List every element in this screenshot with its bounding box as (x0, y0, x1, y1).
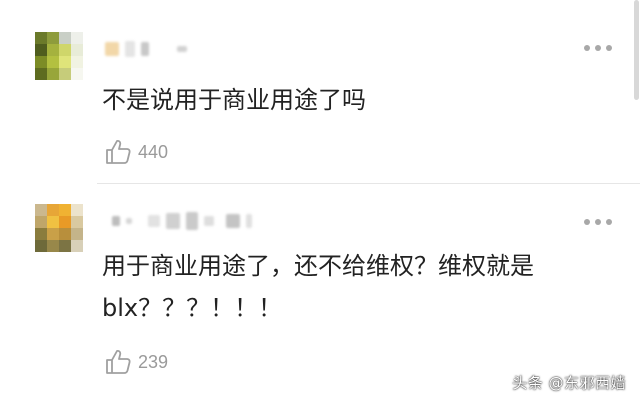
avatar-pixel (59, 240, 71, 252)
avatar-pixel (71, 228, 83, 240)
more-dots-icon[interactable] (584, 43, 612, 53)
avatar-pixel (35, 204, 47, 216)
avatar-pixel (59, 204, 71, 216)
like-button[interactable]: 239 (104, 347, 168, 377)
blurred-username (112, 212, 252, 230)
avatar-pixel (35, 32, 47, 44)
avatar-pixel (47, 240, 59, 252)
avatar-pixel (35, 68, 47, 80)
avatar-pixel (35, 56, 47, 68)
divider (97, 183, 640, 184)
avatar-pixel (47, 204, 59, 216)
avatar-pixel (47, 56, 59, 68)
watermark: 头条 @东邪西嫱 (512, 374, 626, 392)
avatar-pixel (35, 216, 47, 228)
avatar-pixel (71, 216, 83, 228)
avatar-pixel (59, 56, 71, 68)
avatar-pixel (59, 68, 71, 80)
more-dots-icon[interactable] (584, 217, 612, 227)
thumbs-up-icon (106, 350, 131, 374)
avatar-pixel (35, 228, 47, 240)
comment-text: 用于商业用途了，还不给维权？维权就是blx？？？！！！ (102, 252, 534, 322)
avatar-pixel (35, 44, 47, 56)
avatar-pixel (71, 68, 83, 80)
thumbs-up-icon (106, 140, 131, 164)
avatar-pixel (47, 68, 59, 80)
comment-item: 不是说用于商业用途了吗 440 (0, 0, 640, 190)
avatar-pixel (59, 44, 71, 56)
avatar-pixel (47, 216, 59, 228)
avatar-pixel (47, 32, 59, 44)
avatar[interactable] (35, 204, 83, 252)
avatar-pixel (47, 228, 59, 240)
avatar-pixel (71, 32, 83, 44)
comment-feed: 不是说用于商业用途了吗 440 用于商业用途了，还不给维权？维权就是blx？？？… (0, 0, 640, 405)
avatar[interactable] (35, 32, 83, 80)
like-button[interactable]: 440 (104, 137, 168, 167)
avatar-pixel (59, 228, 71, 240)
avatar-pixel (71, 56, 83, 68)
scrollbar[interactable] (634, 0, 639, 100)
avatar-pixel (35, 240, 47, 252)
blurred-username (105, 40, 187, 58)
avatar-pixel (47, 44, 59, 56)
like-count: 239 (138, 351, 169, 372)
avatar-pixel (59, 216, 71, 228)
avatar-pixel (59, 32, 71, 44)
avatar-pixel (71, 204, 83, 216)
like-count: 440 (138, 141, 169, 162)
avatar-pixel (71, 240, 83, 252)
comment-text: 不是说用于商业用途了吗 (102, 86, 366, 114)
avatar-pixel (71, 44, 83, 56)
